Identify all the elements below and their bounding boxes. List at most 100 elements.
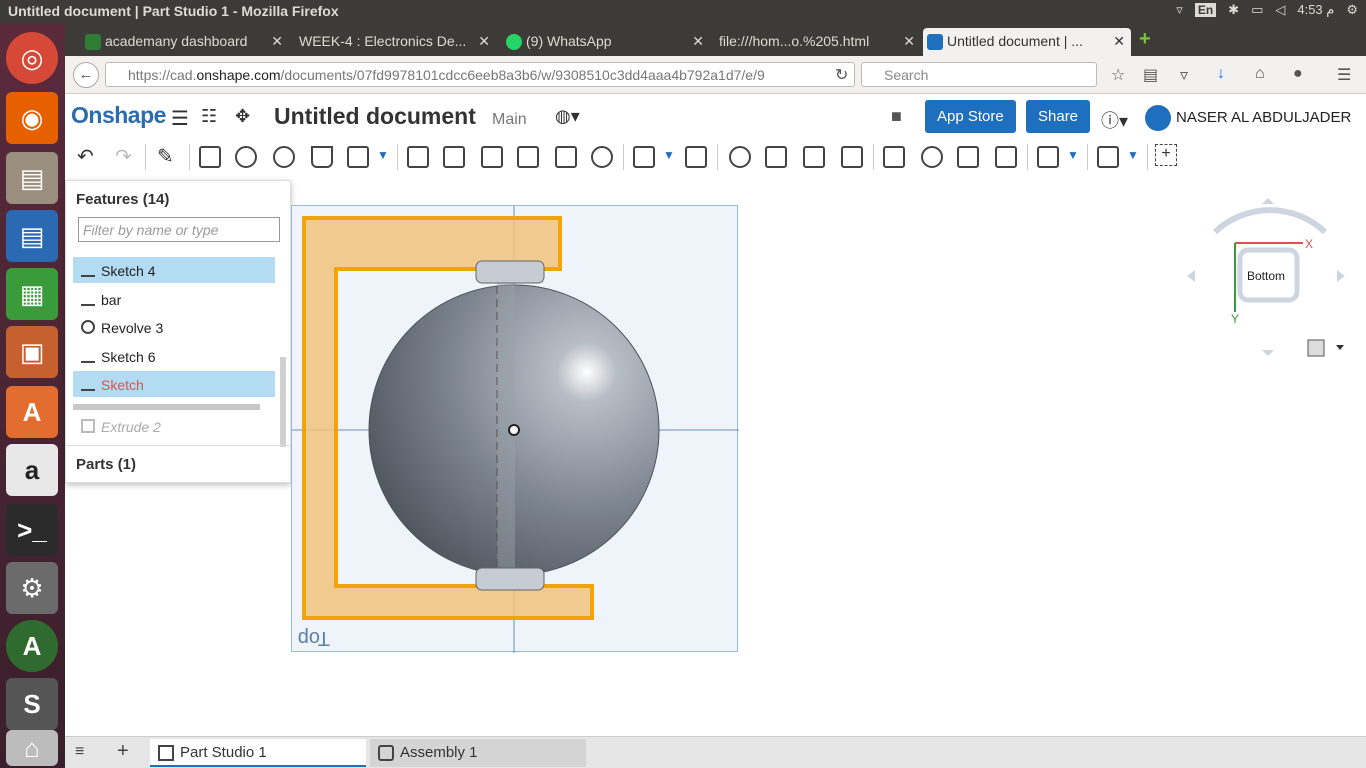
fillet-tool-icon[interactable] [407,146,429,168]
graphics-viewport[interactable]: Top [291,205,739,653]
settings-gear-icon[interactable]: ⚙ [1346,2,1358,18]
transform-tool-icon[interactable] [803,146,825,168]
model-canvas[interactable]: Top [292,206,739,653]
view-options-icon[interactable] [1307,339,1325,357]
rib-tool-icon[interactable] [517,146,539,168]
arrow-left-icon[interactable] [1187,270,1195,282]
tab-assembly-1[interactable]: Assembly 1 [370,739,586,767]
version-graph-icon[interactable]: ☷ [201,106,217,127]
tab-manager-icon[interactable]: ≡ [75,743,84,761]
arrow-up-icon[interactable] [1262,198,1274,204]
chevron-down-icon[interactable]: ▼ [663,148,675,162]
draft-tool-icon[interactable] [481,146,503,168]
trash-icon[interactable]: ⌂ [6,730,58,766]
split-tool-icon[interactable] [765,146,787,168]
terminal-icon[interactable]: >_ [6,504,58,556]
rotate-arc[interactable] [1212,207,1328,235]
home-icon[interactable]: ⌂ [1255,65,1265,83]
revolve-tool-icon[interactable] [235,146,257,168]
modify-fillet-icon[interactable] [883,146,905,168]
undo-icon[interactable]: ↶ [77,144,94,169]
add-tab-icon[interactable]: + [117,740,129,763]
feature-item-sketch-6[interactable]: Sketch 6 [73,343,275,369]
chevron-down-icon[interactable]: ▼ [1067,148,1079,162]
top-cap[interactable] [475,260,545,284]
feature-item-bar[interactable]: bar [73,286,275,312]
hole-tool-icon[interactable] [591,146,613,168]
chevron-down-icon[interactable] [1336,345,1344,350]
feature-item-sketch[interactable]: Sketch [73,371,275,397]
user-name[interactable]: NASER AL ABDULJADER [1176,109,1351,126]
firefox-icon[interactable]: ◉ [6,92,58,144]
pocket-icon[interactable]: ▿ [1180,65,1188,85]
tab-local-file[interactable]: file:///hom...o.%205.html ✕ [711,28,921,56]
shell-tool-icon[interactable] [555,146,577,168]
software-center-icon[interactable]: A [6,386,58,438]
calc-icon[interactable]: ▦ [6,268,58,320]
bottom-cap[interactable] [475,567,545,591]
reload-icon[interactable]: ↻ [835,65,848,85]
tab-onshape[interactable]: Untitled document | ... ✕ [923,28,1131,56]
help-icon[interactable]: ⓘ▾ [1101,107,1128,133]
feature-list-scrollbar[interactable] [280,357,286,447]
feature-item-extrude-2[interactable]: Extrude 2 [73,413,275,439]
bookmark-star-icon[interactable]: ☆ [1111,65,1125,85]
volume-icon[interactable]: ◁ [1275,2,1285,18]
tab-week4[interactable]: WEEK-4 : Electronics De... ✕ [291,28,496,56]
chevron-down-icon[interactable]: ▼ [377,148,389,162]
ubuntu-dash-icon[interactable]: ◎ [6,32,58,84]
avatar[interactable] [1145,105,1171,131]
keyboard-indicator[interactable]: En [1194,3,1217,17]
boolean-tool-icon[interactable] [729,146,751,168]
hamburger-menu-icon[interactable]: ☰ [171,106,189,131]
back-arrow-icon[interactable]: ← [73,62,99,88]
tab-part-studio-1[interactable]: Part Studio 1 [150,739,366,767]
tab-whatsapp[interactable]: (9) WhatsApp ✕ [502,28,710,56]
redo-icon[interactable]: ↷ [115,144,132,169]
feature-filter-input[interactable]: Filter by name or type [78,217,280,242]
mirror-tool-icon[interactable] [685,146,707,168]
arrow-right-icon[interactable] [1337,270,1345,282]
extrude-tool-icon[interactable] [199,146,221,168]
view-cube[interactable]: X Y Bottom [1185,192,1355,362]
chevron-down-icon[interactable]: ▼ [1127,148,1139,162]
parts-header[interactable]: Parts (1) [76,456,136,473]
close-icon[interactable]: ✕ [1113,33,1125,50]
feature-item-sketch-4[interactable]: Sketch 4 [73,257,275,283]
arrow-down-icon[interactable] [1262,350,1274,356]
pattern-tool-icon[interactable] [633,146,655,168]
sublime-icon[interactable]: S [6,678,58,730]
delete-face-icon[interactable] [921,146,943,168]
add-custom-feature-icon[interactable]: + [1155,144,1177,166]
url-bar[interactable]: https://cad.onshape.com/documents/07fd99… [105,62,855,87]
move-face-icon[interactable] [957,146,979,168]
tab-academany[interactable]: academany dashboard ✕ [81,28,289,56]
onshape-logo[interactable]: Onshape [71,102,166,129]
search-input[interactable]: Search [861,62,1097,87]
insert-icon[interactable]: ✥ [235,106,250,127]
amazon-icon[interactable]: a [6,444,58,496]
thicken-tool-icon[interactable] [347,146,369,168]
close-icon[interactable]: ✕ [692,33,704,50]
features-header[interactable]: Features (14) [76,191,169,208]
bluetooth-icon[interactable]: ✱ [1228,2,1239,18]
battery-icon[interactable]: ▭ [1251,2,1263,18]
sheet-metal-icon[interactable] [1097,146,1119,168]
close-icon[interactable]: ✕ [478,33,490,50]
replace-face-icon[interactable] [995,146,1017,168]
plane-tool-icon[interactable] [1037,146,1059,168]
loft-tool-icon[interactable] [311,146,333,168]
app-store-button[interactable]: App Store [925,100,1016,133]
updater-icon[interactable]: A [6,620,58,672]
wifi-icon[interactable]: ▿ [1176,2,1183,18]
feature-item-revolve-3[interactable]: Revolve 3 [73,314,275,340]
rollback-bar[interactable] [73,404,260,410]
sweep-tool-icon[interactable] [273,146,295,168]
new-tab-icon[interactable]: + [1139,28,1151,51]
downloads-icon[interactable]: ↓ [1217,65,1225,83]
clock[interactable]: 4:53 م [1297,2,1334,18]
impress-icon[interactable]: ▣ [6,326,58,378]
share-button[interactable]: Share [1026,100,1091,133]
delete-part-icon[interactable] [841,146,863,168]
close-icon[interactable]: ✕ [271,33,283,50]
